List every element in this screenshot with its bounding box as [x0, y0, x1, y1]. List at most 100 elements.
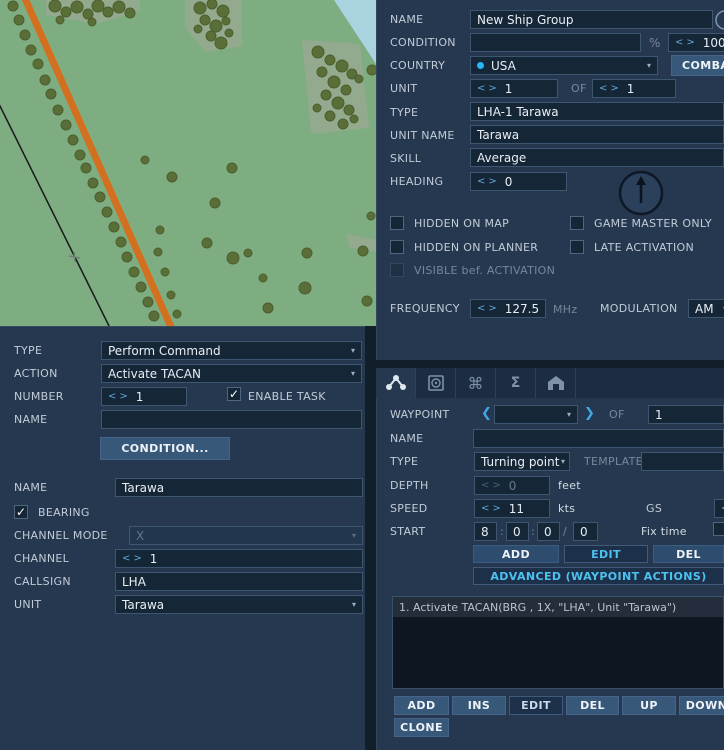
waypoint-add-button[interactable]: ADD — [473, 545, 559, 563]
channel-spinner[interactable]: < > 1 — [115, 549, 363, 568]
modulation-dropdown[interactable]: AM ▾ — [688, 299, 724, 318]
condition-button[interactable]: CONDITION... — [100, 437, 230, 460]
task-action-label: ACTION — [14, 367, 58, 380]
waypoint-del-button[interactable]: DEL — [653, 545, 724, 563]
enable-task-label: ENABLE TASK — [248, 390, 326, 403]
condition-spinner[interactable]: < > 100 — [668, 33, 724, 52]
waypoint-next-icon[interactable]: ❯ — [584, 406, 595, 421]
spinner-left-icon[interactable]: < — [675, 37, 683, 48]
spinner-right-icon[interactable]: > — [133, 553, 141, 564]
gs-spinner[interactable]: < — [714, 499, 724, 518]
tab-route[interactable] — [376, 368, 416, 398]
template-label: TEMPLATE — [584, 455, 643, 468]
spinner-right-icon[interactable]: > — [492, 503, 500, 514]
chevron-down-icon: ▾ — [560, 456, 565, 466]
depth-unit-label: feet — [558, 479, 581, 492]
sigma-icon: Σ — [510, 375, 521, 391]
callsign-input[interactable]: LHA — [115, 572, 363, 591]
late-activation-checkbox[interactable]: ✓ — [570, 240, 584, 254]
speed-label: SPEED — [390, 502, 428, 515]
country-dropdown[interactable]: USA ▾ — [470, 56, 658, 75]
channel-mode-dropdown: X ▾ — [129, 526, 363, 545]
fix-time-checkbox[interactable]: ✓ — [713, 522, 724, 536]
unit-name-input[interactable]: Tarawa — [470, 125, 724, 144]
start-minutes-input[interactable]: 0 — [506, 522, 529, 541]
condition-label: CONDITION — [390, 36, 456, 49]
map-svg — [0, 0, 378, 338]
depth-label: DEPTH — [390, 479, 429, 492]
task-name-input[interactable] — [101, 410, 362, 429]
task-type-dropdown[interactable]: Perform Command ▾ — [101, 341, 362, 360]
group-name-input[interactable]: New Ship Group — [470, 10, 713, 29]
unit-type-input[interactable]: LHA-1 Tarawa — [470, 102, 724, 121]
start-seconds-input[interactable]: 0 — [537, 522, 560, 541]
spinner-right-icon[interactable]: > — [119, 391, 127, 402]
task-type-label: TYPE — [14, 344, 43, 357]
spinner-left-icon[interactable]: < — [108, 391, 116, 402]
unit-index-spinner[interactable]: < > 1 — [470, 79, 558, 98]
chevron-down-icon: ▾ — [646, 60, 651, 70]
action-add-button[interactable]: ADD — [394, 696, 449, 715]
enable-task-checkbox[interactable]: ✓ — [227, 387, 241, 401]
heading-compass-dial[interactable] — [618, 170, 664, 216]
waypoint-total-input[interactable]: 1 — [648, 405, 724, 424]
start-day-input[interactable]: 0 — [573, 522, 598, 541]
country-label: COUNTRY — [390, 59, 446, 72]
spinner-left-icon[interactable]: < — [477, 303, 485, 314]
visible-before-activation-checkbox: ✓ — [390, 263, 404, 277]
action-down-button[interactable]: DOWN — [679, 696, 724, 715]
spinner-left-icon[interactable]: < — [477, 176, 485, 187]
group-name-dial-icon[interactable] — [714, 8, 724, 32]
combat-button[interactable]: COMBAT — [671, 55, 724, 76]
chevron-down-icon: ▾ — [351, 599, 356, 609]
waypoint-actions-list[interactable]: 1. Activate TACAN(BRG , 1X, "LHA", Unit … — [392, 596, 724, 689]
action-del-button[interactable]: DEL — [566, 696, 619, 715]
spinner-left-icon[interactable]: < — [477, 83, 485, 94]
action-clone-button[interactable]: CLONE — [394, 718, 449, 737]
waypoint-type-dropdown[interactable]: Turning point ▾ — [474, 452, 570, 471]
heading-spinner[interactable]: < > 0 — [470, 172, 567, 191]
waypoint-prev-icon[interactable]: ❮ — [481, 406, 492, 421]
tab-command[interactable]: ⌘ — [456, 368, 496, 398]
unit-name-label: UNIT NAME — [390, 129, 455, 142]
task-action-dropdown[interactable]: Activate TACAN ▾ — [101, 364, 362, 383]
tab-summary[interactable]: Σ — [496, 368, 536, 398]
chevron-down-icon: ▾ — [351, 530, 356, 540]
advanced-waypoint-actions-button[interactable]: ADVANCED (WAYPOINT ACTIONS) — [473, 567, 724, 585]
unit-total-spinner[interactable]: < > 1 — [592, 79, 676, 98]
spinner-right-icon[interactable]: > — [488, 303, 496, 314]
waypoint-dropdown[interactable]: ▾ — [494, 405, 578, 424]
chevron-down-icon: ▾ — [350, 345, 355, 355]
list-item[interactable]: 1. Activate TACAN(BRG , 1X, "LHA", Unit … — [393, 597, 723, 617]
spinner-left-icon[interactable]: < — [599, 83, 607, 94]
template-input[interactable] — [641, 452, 724, 471]
speed-unit-label: kts — [558, 502, 576, 515]
speed-spinner[interactable]: < > 11 — [474, 499, 550, 518]
start-hours-input[interactable]: 8 — [474, 522, 497, 541]
bearing-checkbox[interactable]: ✓ — [14, 505, 28, 519]
spinner-right-icon[interactable]: > — [610, 83, 618, 94]
waypoint-name-input[interactable] — [473, 429, 724, 448]
map-view[interactable] — [0, 0, 378, 338]
action-ins-button[interactable]: INS — [452, 696, 506, 715]
spinner-right-icon[interactable]: > — [488, 176, 496, 187]
tab-target[interactable] — [416, 368, 456, 398]
task-number-spinner[interactable]: < > 1 — [101, 387, 187, 406]
game-master-only-checkbox[interactable]: ✓ — [570, 216, 584, 230]
hidden-on-planner-checkbox[interactable]: ✓ — [390, 240, 404, 254]
spinner-right-icon[interactable]: > — [686, 37, 694, 48]
spinner-left-icon[interactable]: < — [481, 503, 489, 514]
spinner-left-icon[interactable]: < — [122, 553, 130, 564]
spinner-right-icon[interactable]: > — [488, 83, 496, 94]
condition-input[interactable] — [470, 33, 641, 52]
tab-hangar[interactable] — [536, 368, 576, 398]
frequency-spinner[interactable]: < > 127.5 — [470, 299, 546, 318]
skill-input[interactable]: Average — [470, 148, 724, 167]
tacan-name-input[interactable]: Tarawa — [115, 478, 363, 497]
action-up-button[interactable]: UP — [622, 696, 676, 715]
waypoint-edit-button[interactable]: EDIT — [564, 545, 648, 563]
tacan-unit-dropdown[interactable]: Tarawa ▾ — [115, 595, 363, 614]
channel-mode-label: CHANNEL MODE — [14, 529, 108, 542]
hidden-on-map-checkbox[interactable]: ✓ — [390, 216, 404, 230]
action-edit-button[interactable]: EDIT — [509, 696, 563, 715]
